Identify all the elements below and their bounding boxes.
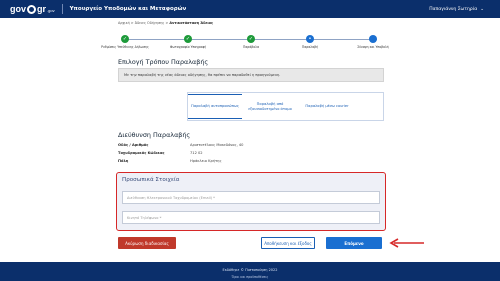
- cancel-button[interactable]: Ακύρωση διαδικασίας: [118, 237, 176, 249]
- breadcrumb-current: Αντικατάσταση Άδειας: [169, 21, 213, 25]
- personal-info-title: Προσωπικά Στοιχεία: [122, 177, 180, 183]
- current-step-icon: •: [306, 35, 314, 43]
- step-label: Ρυθμίσεις Υπεύθυνης Δήλωσης: [101, 45, 149, 49]
- step-label: Φωτογραφία Υπογραφή: [169, 45, 207, 49]
- pending-step-icon: [369, 35, 377, 43]
- progress-stepper: ✓ Ρυθμίσεις Υπεύθυνης Δήλωσης ✓ Φωτογραφ…: [101, 35, 389, 51]
- personal-info-section: Προσωπικά Στοιχεία Διεύθυνση Ηλεκτρονικο…: [116, 172, 386, 231]
- check-icon: ✓: [184, 35, 192, 43]
- info-text: Με την παραλαβή της νέας άδειας οδήγησης…: [124, 73, 281, 77]
- header-divider: [61, 4, 63, 14]
- step-2[interactable]: ✓ Φωτογραφία Υπογραφή: [158, 35, 218, 49]
- address-value: Αριστοτέλους Μακεδόνος, 40: [190, 143, 244, 147]
- address-value: Ηράκλειο Κρήτης: [190, 159, 222, 163]
- options-group: [187, 92, 384, 121]
- user-menu[interactable]: Παπαγιάννη Σωτηρία ⌄: [429, 7, 484, 12]
- phone-field[interactable]: Κινητό Τηλέφωνο *: [122, 211, 380, 224]
- step-4[interactable]: • Παραλαβή: [280, 35, 340, 49]
- breadcrumb: Αρχική > Άδειες Οδήγησης > Αντικατάσταση…: [118, 21, 213, 25]
- chevron-down-icon: ⌄: [480, 6, 484, 12]
- email-field[interactable]: Διεύθυνση Ηλεκτρονικού Ταχυδρομείου (Ema…: [122, 191, 380, 204]
- logo-suffix: gr: [37, 4, 47, 14]
- breadcrumb-home[interactable]: Αρχική: [118, 21, 130, 25]
- footer-terms-link[interactable]: Όροι και προϋποθέσεις: [0, 275, 500, 279]
- govgr-logo[interactable]: gov gr .gov: [10, 4, 55, 14]
- user-name: Παπαγιάννη Σωτηρία: [429, 6, 478, 12]
- footer: Εκδόθηκε © Πιστοποίηση 2022 Όροι και προ…: [0, 262, 500, 281]
- address-row: Πόλη Ηράκλειο Κρήτης: [118, 159, 318, 163]
- check-icon: ✓: [121, 35, 129, 43]
- step-1[interactable]: ✓ Ρυθμίσεις Υπεύθυνης Δήλωσης: [95, 35, 155, 49]
- address-value: 712 02: [190, 151, 203, 155]
- address-row: Οδός / Αριθμός Αριστοτέλους Μακεδόνος, 4…: [118, 143, 318, 147]
- next-button[interactable]: Επόμενο: [326, 237, 382, 249]
- check-icon: ✓: [247, 35, 255, 43]
- footer-copyright: Εκδόθηκε © Πιστοποίηση 2022: [222, 268, 278, 272]
- address-row: Ταχυδρομικός Κώδικας 712 02: [118, 151, 318, 155]
- step-5: Σύνοψη και Υποβολή: [343, 35, 403, 49]
- step-label: Σύνοψη και Υποβολή: [357, 45, 389, 49]
- step-label: Παραλαβή: [301, 45, 319, 49]
- step-label: Παράβολα: [242, 45, 260, 49]
- logo-sup: .gov: [47, 8, 55, 13]
- address-key: Οδός / Αριθμός: [118, 143, 149, 147]
- address-title: Διεύθυνση Παραλαβής: [118, 131, 191, 139]
- logo-text: gov: [10, 4, 27, 14]
- address-key: Ταχυδρομικός Κώδικας: [118, 151, 165, 155]
- save-exit-button[interactable]: Αποθήκευση και έξοδος: [261, 237, 315, 249]
- breadcrumb-licenses[interactable]: Άδειες Οδήγησης: [135, 21, 165, 25]
- logo-circle-icon: [27, 4, 37, 14]
- delivery-title: Επιλογή Τρόπου Παραλαβής: [118, 58, 209, 66]
- step-3[interactable]: ✓ Παράβολα: [221, 35, 281, 49]
- top-bar: gov gr .gov Υπουργείο Υποδομών και Μεταφ…: [0, 0, 500, 18]
- address-key: Πόλη: [118, 159, 129, 163]
- info-box: Με την παραλαβή της νέας άδειας οδήγησης…: [118, 68, 384, 82]
- arrow-left-icon: [389, 238, 424, 248]
- ministry-title: Υπουργείο Υποδομών και Μεταφορών: [69, 6, 187, 12]
